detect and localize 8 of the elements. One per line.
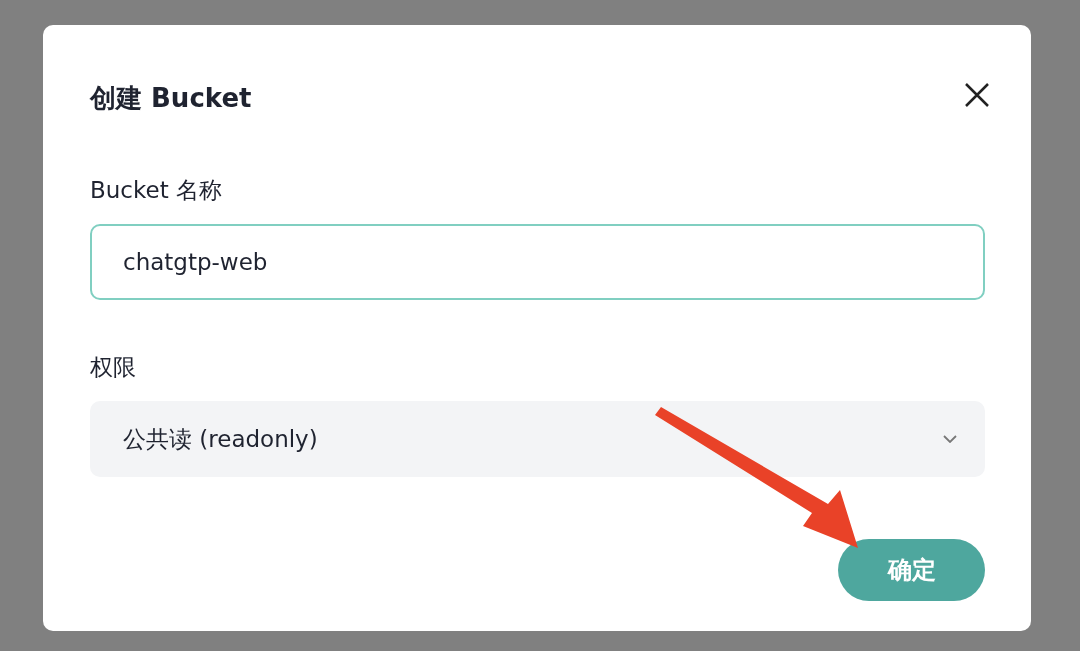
field-label: 权限 bbox=[90, 356, 137, 379]
dialog-title: 创建 Bucket bbox=[90, 85, 252, 111]
field-label: Bucket 名称 bbox=[90, 179, 223, 202]
input-field[interactable]: chatgtp-web bbox=[90, 224, 985, 300]
chevron-down-icon bbox=[943, 435, 957, 443]
select-field[interactable]: 公共读 (readonly) bbox=[90, 401, 985, 477]
close-button[interactable] bbox=[963, 81, 991, 109]
select-value: 公共读 (readonly) bbox=[123, 424, 318, 454]
